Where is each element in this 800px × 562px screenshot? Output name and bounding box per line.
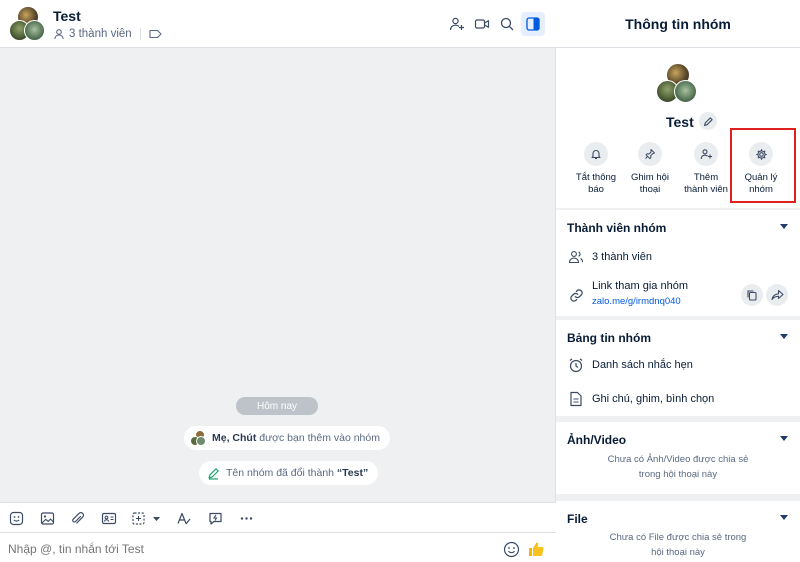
alarm-clock-icon xyxy=(568,357,584,373)
chevron-down-icon[interactable] xyxy=(780,334,788,339)
chevron-down-icon[interactable] xyxy=(780,515,788,520)
screenshot-icon[interactable] xyxy=(131,508,163,528)
message-list[interactable]: Hôm nay Mẹ, Chút được bạn thêm vào nhóm … xyxy=(0,48,556,502)
group-profile: Test Tắt thông báo Ghim hội thoại Thêm thàn… xyxy=(556,48,800,208)
pin-conversation-button[interactable]: Ghim hội thoại xyxy=(619,142,681,196)
join-link-row: Link tham gia nhóm zalo.me/g/irmdnq040 xyxy=(568,280,688,307)
chevron-down-icon[interactable] xyxy=(780,436,788,441)
group-name: Test xyxy=(666,114,694,130)
thumbs-up-icon[interactable] xyxy=(526,539,546,559)
group-avatar-large[interactable] xyxy=(656,63,698,105)
rename-value: “Test” xyxy=(336,467,369,479)
notes-text: Ghi chú, ghim, bình chọn xyxy=(592,393,715,405)
files-title[interactable]: File xyxy=(567,512,588,526)
date-separator: Hôm nay xyxy=(236,397,318,415)
system-message-added: Mẹ, Chút được bạn thêm vào nhóm xyxy=(184,426,390,450)
join-link-url[interactable]: zalo.me/g/irmdnq040 xyxy=(592,296,688,307)
group-avatar[interactable] xyxy=(9,6,45,42)
more-icon[interactable] xyxy=(236,508,256,528)
copy-icon[interactable] xyxy=(741,284,763,306)
reminders-text: Danh sách nhắc hẹn xyxy=(592,359,693,371)
pencil-icon xyxy=(208,467,219,480)
chat-area: Test 3 thành viên Hôm nay Mẹ, Chút được … xyxy=(0,0,556,562)
group-info-panel: Thông tin nhóm Test Tắt thông báo Ghim hộ… xyxy=(556,0,800,562)
members-title[interactable]: Thành viên nhóm xyxy=(567,221,666,235)
edit-name-icon[interactable] xyxy=(699,112,717,130)
document-icon xyxy=(568,391,584,407)
bell-icon xyxy=(584,142,608,166)
chat-subtitle: 3 thành viên xyxy=(53,27,162,41)
notes-row[interactable]: Ghi chú, ghim, bình chọn xyxy=(568,391,714,407)
divider xyxy=(139,28,141,40)
mute-button[interactable]: Tắt thông báo xyxy=(565,142,627,196)
text-format-icon[interactable] xyxy=(174,508,194,528)
image-icon[interactable] xyxy=(37,508,57,528)
join-link-label: Link tham gia nhóm xyxy=(592,280,688,292)
add-member-icon xyxy=(694,142,718,166)
members-section: Thành viên nhóm 3 thành viên Link tham g… xyxy=(556,210,800,316)
attachment-icon[interactable] xyxy=(67,508,87,528)
video-call-icon[interactable] xyxy=(470,12,494,36)
member-icon xyxy=(54,29,64,40)
added-text: được bạn thêm vào nhóm xyxy=(259,432,380,444)
composer-toolbar xyxy=(0,502,556,532)
files-section: File Chưa có File được chia sẻ trong hội… xyxy=(556,501,800,562)
member-count-row[interactable]: 3 thành viên xyxy=(568,249,652,265)
toggle-panel-icon[interactable] xyxy=(521,12,545,36)
sticker-icon[interactable] xyxy=(6,508,26,528)
message-input[interactable] xyxy=(8,542,488,556)
emoji-icon[interactable] xyxy=(501,539,521,559)
members-icon xyxy=(568,249,584,265)
avatar xyxy=(190,430,206,446)
panel-title: Thông tin nhóm xyxy=(556,0,800,48)
board-title[interactable]: Bảng tin nhóm xyxy=(567,331,651,345)
link-icon xyxy=(568,287,584,303)
rename-text: Tên nhóm đã đổi thành xyxy=(226,467,334,479)
share-icon[interactable] xyxy=(766,284,788,306)
media-section: Ảnh/Video Chưa có Ảnh/Video được chia sẻ… xyxy=(556,422,800,494)
chat-title[interactable]: Test xyxy=(53,8,81,24)
added-names: Mẹ, Chút xyxy=(212,432,257,444)
member-count[interactable]: 3 thành viên xyxy=(69,28,132,40)
chevron-down-icon[interactable] xyxy=(780,224,788,229)
pin-icon xyxy=(638,142,662,166)
chat-header: Test 3 thành viên xyxy=(0,0,556,48)
quick-message-icon[interactable] xyxy=(205,508,225,528)
member-count-text: 3 thành viên xyxy=(592,251,652,263)
highlight-box xyxy=(730,128,796,203)
add-member-icon[interactable] xyxy=(445,12,469,36)
composer xyxy=(0,532,556,562)
files-empty-text: Chưa có File được chia sẻ trong hội thoạ… xyxy=(609,532,747,558)
system-message-rename: Tên nhóm đã đổi thành “Test” xyxy=(199,461,379,485)
group-board-section: Bảng tin nhóm Danh sách nhắc hẹn Ghi chú… xyxy=(556,320,800,416)
tag-icon[interactable] xyxy=(149,29,162,39)
add-member-button[interactable]: Thêm thành viên xyxy=(675,142,737,196)
reminders-row[interactable]: Danh sách nhắc hẹn xyxy=(568,357,693,373)
media-empty-text: Chưa có Ảnh/Video được chia sẻ trong hội… xyxy=(607,454,749,480)
media-title[interactable]: Ảnh/Video xyxy=(567,433,626,447)
search-icon[interactable] xyxy=(495,12,519,36)
contact-card-icon[interactable] xyxy=(99,508,119,528)
